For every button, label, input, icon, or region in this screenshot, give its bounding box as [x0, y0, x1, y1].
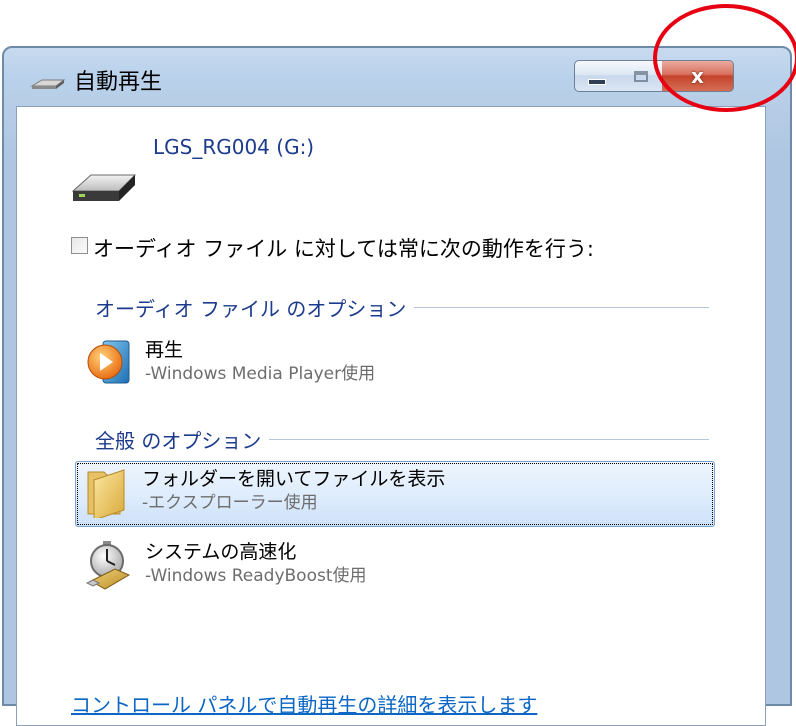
close-button[interactable]: x	[662, 60, 734, 92]
minimize-icon	[588, 79, 606, 85]
option-play-title: 再生	[145, 339, 184, 361]
control-panel-link[interactable]: コントロール パネルで自動再生の詳細を表示します	[71, 689, 537, 718]
media-player-icon	[87, 340, 130, 384]
dialog-content: LGS_RG004 (G:) オーディオ ファイル に対しては常に次の動作を行う…	[16, 106, 766, 726]
maximize-icon	[633, 70, 648, 82]
general-options-title: 全般 のオプション	[95, 429, 262, 453]
always-do-checkbox[interactable]	[71, 237, 88, 254]
title-bar[interactable]: 自動再生 x	[4, 48, 790, 108]
audio-options-title: オーディオ ファイル のオプション	[95, 297, 407, 321]
general-options-header: 全般 のオプション	[95, 425, 709, 454]
drive-icon	[71, 174, 137, 201]
drive-title-icon	[30, 79, 66, 89]
audio-options-header: オーディオ ファイル のオプション	[95, 293, 709, 322]
folder-icon	[87, 469, 125, 518]
general-options-divider	[269, 439, 709, 440]
close-icon: x	[691, 64, 704, 88]
always-do-label[interactable]: オーディオ ファイル に対しては常に次の動作を行う:	[93, 233, 594, 263]
audio-options-divider	[414, 307, 709, 308]
option-open-folder-subtitle: -エクスプローラー使用	[142, 493, 318, 513]
option-open-folder-title: フォルダーを開いてファイルを表示	[142, 468, 446, 490]
option-play[interactable]: 再生 -Windows Media Player使用	[79, 333, 709, 393]
option-open-folder[interactable]: フォルダーを開いてファイルを表示 -エクスプローラー使用	[75, 461, 715, 527]
option-play-subtitle: -Windows Media Player使用	[145, 364, 376, 384]
window-title: 自動再生	[74, 70, 163, 95]
option-speed-up[interactable]: システムの高速化 -Windows ReadyBoost使用	[79, 535, 709, 599]
option-speed-up-title: システムの高速化	[145, 541, 297, 563]
drive-label: LGS_RG004 (G:)	[153, 135, 315, 159]
minimize-button[interactable]	[574, 60, 620, 92]
autoplay-window: 自動再生 x LGS_RG004 (G:) オーディオ ファイル に対しては常に…	[2, 46, 792, 726]
option-speed-up-subtitle: -Windows ReadyBoost使用	[145, 566, 367, 586]
maximize-button	[619, 60, 663, 92]
readyboost-icon	[85, 541, 131, 590]
